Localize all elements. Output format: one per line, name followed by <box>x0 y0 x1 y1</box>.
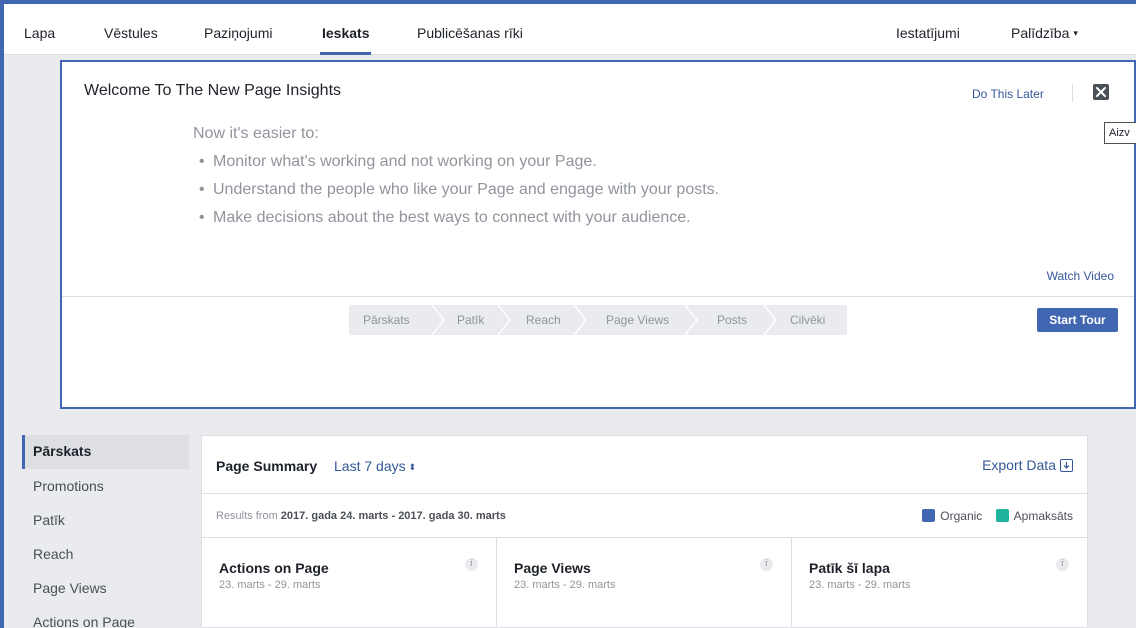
close-tooltip: Aizv <box>1104 122 1136 144</box>
metric-date-range: 23. marts - 29. marts <box>514 579 616 591</box>
metric-title: Actions on Page <box>219 560 329 576</box>
nav-tab-vestules[interactable]: Vēstules <box>104 4 158 55</box>
nav-help-menu[interactable]: Palīdzība ▾ <box>1011 4 1078 55</box>
date-range-selector[interactable]: Last 7 days ⬍ <box>334 458 416 474</box>
tour-step-cilveki[interactable]: Cilvēki <box>790 305 825 335</box>
do-this-later-link[interactable]: Do This Later <box>972 87 1044 101</box>
tour-step-reach[interactable]: Reach <box>526 305 561 335</box>
watch-video-link[interactable]: Watch Video <box>1047 269 1114 283</box>
welcome-panel: Welcome To The New Page Insights Do This… <box>60 60 1136 409</box>
sidebar-item-promotions[interactable]: Promotions <box>22 469 189 503</box>
results-date-range: 2017. gada 24. marts - 2017. gada 30. ma… <box>280 510 506 522</box>
download-icon <box>1060 459 1073 472</box>
feature-text: Make decisions about the best ways to co… <box>213 209 691 226</box>
chevron-right-icon <box>763 305 777 335</box>
close-icon <box>1096 87 1106 97</box>
legend-label-paid: Apmaksāts <box>1013 509 1073 523</box>
chevron-down-icon: ▾ <box>1073 28 1078 38</box>
chevron-right-icon <box>431 305 445 335</box>
header-divider <box>1072 84 1073 102</box>
tour-step-page-views[interactable]: Page Views <box>606 305 669 335</box>
metric-title: Page Views <box>514 560 591 576</box>
tour-steps-bar: Pārskats Patīk Reach Page Views Posts Ci… <box>349 305 847 335</box>
sidebar-item-reach[interactable]: Reach <box>22 537 189 571</box>
export-data-link[interactable]: Export Data <box>982 457 1073 473</box>
close-button[interactable] <box>1093 84 1109 100</box>
tour-step-posts[interactable]: Posts <box>717 305 747 335</box>
sidebar-item-parskats[interactable]: Pārskats <box>22 435 189 469</box>
metric-date-range: 23. marts - 29. marts <box>809 579 911 591</box>
metric-card-actions-on-page[interactable]: Actions on Page 23. marts - 29. marts i <box>202 538 497 628</box>
start-tour-button[interactable]: Start Tour <box>1037 308 1118 332</box>
bullet-glyph: • <box>199 153 205 170</box>
nav-tab-ieskats[interactable]: Ieskats <box>319 4 372 55</box>
list-item: • Monitor what's working and not working … <box>199 152 719 180</box>
results-range-text: Results from 2017. gada 24. marts - 2017… <box>216 510 506 522</box>
tour-step-patik[interactable]: Patīk <box>457 305 484 335</box>
sort-updown-icon: ⬍ <box>408 462 417 472</box>
panel-divider <box>62 296 1134 297</box>
results-row: Results from 2017. gada 24. marts - 2017… <box>202 494 1087 538</box>
feature-text: Understand the people who like your Page… <box>213 181 720 198</box>
page-summary-card: Page Summary Last 7 days ⬍ Export Data Re… <box>201 435 1088 628</box>
legend-swatch-organic <box>922 509 936 522</box>
export-label: Export Data <box>982 457 1056 473</box>
bullet-glyph: • <box>199 209 205 226</box>
nav-tab-pazinojumi[interactable]: Paziņojumi <box>204 4 272 55</box>
bullet-glyph: • <box>199 181 205 198</box>
nav-tab-publicesanas-riki[interactable]: Publicēšanas rīki <box>417 4 523 55</box>
metric-date-range: 23. marts - 29. marts <box>219 579 321 591</box>
results-prefix: Results from <box>216 510 281 522</box>
tour-step-parskats[interactable]: Pārskats <box>363 305 410 335</box>
legend-label-organic: Organic <box>940 509 983 523</box>
legend-swatch-paid <box>995 509 1009 522</box>
info-icon[interactable]: i <box>1056 558 1069 571</box>
top-navigation: Lapa Vēstules Paziņojumi Ieskats Publicē… <box>4 4 1136 55</box>
sidebar-item-actions-on-page[interactable]: Actions on Page <box>22 605 189 628</box>
insights-sidebar: Pārskats Promotions Patīk Reach Page Vie… <box>22 435 189 628</box>
chevron-right-icon <box>497 305 511 335</box>
info-icon[interactable]: i <box>465 558 478 571</box>
feature-text: Monitor what's working and not working o… <box>213 153 597 170</box>
list-item: • Understand the people who like your Pag… <box>199 180 719 208</box>
chevron-right-icon <box>573 305 587 335</box>
metric-card-page-likes[interactable]: Patīk šī lapa 23. marts - 29. marts i <box>792 538 1087 628</box>
nav-tab-lapa[interactable]: Lapa <box>24 4 55 55</box>
info-icon[interactable]: i <box>760 558 773 571</box>
list-item: • Make decisions about the best ways to c… <box>199 208 719 236</box>
legend: Organic Apmaksāts <box>912 509 1073 523</box>
date-range-label: Last 7 days <box>334 458 406 474</box>
welcome-title: Welcome To The New Page Insights <box>84 82 342 99</box>
welcome-intro: Now it's easier to: <box>193 125 319 142</box>
sidebar-item-patik[interactable]: Patīk <box>22 503 189 537</box>
summary-header: Page Summary Last 7 days ⬍ Export Data <box>202 436 1087 494</box>
nav-help-label: Palīdzība <box>1011 25 1070 41</box>
sidebar-item-page-views[interactable]: Page Views <box>22 571 189 605</box>
nav-settings-link[interactable]: Iestatījumi <box>896 4 960 55</box>
feature-list: • Monitor what's working and not working … <box>199 152 719 236</box>
chevron-right-icon <box>684 305 698 335</box>
summary-title: Page Summary <box>216 458 318 474</box>
metric-card-page-views[interactable]: Page Views 23. marts - 29. marts i <box>497 538 792 628</box>
left-accent-bar <box>0 0 4 628</box>
metric-title: Patīk šī lapa <box>809 560 890 576</box>
